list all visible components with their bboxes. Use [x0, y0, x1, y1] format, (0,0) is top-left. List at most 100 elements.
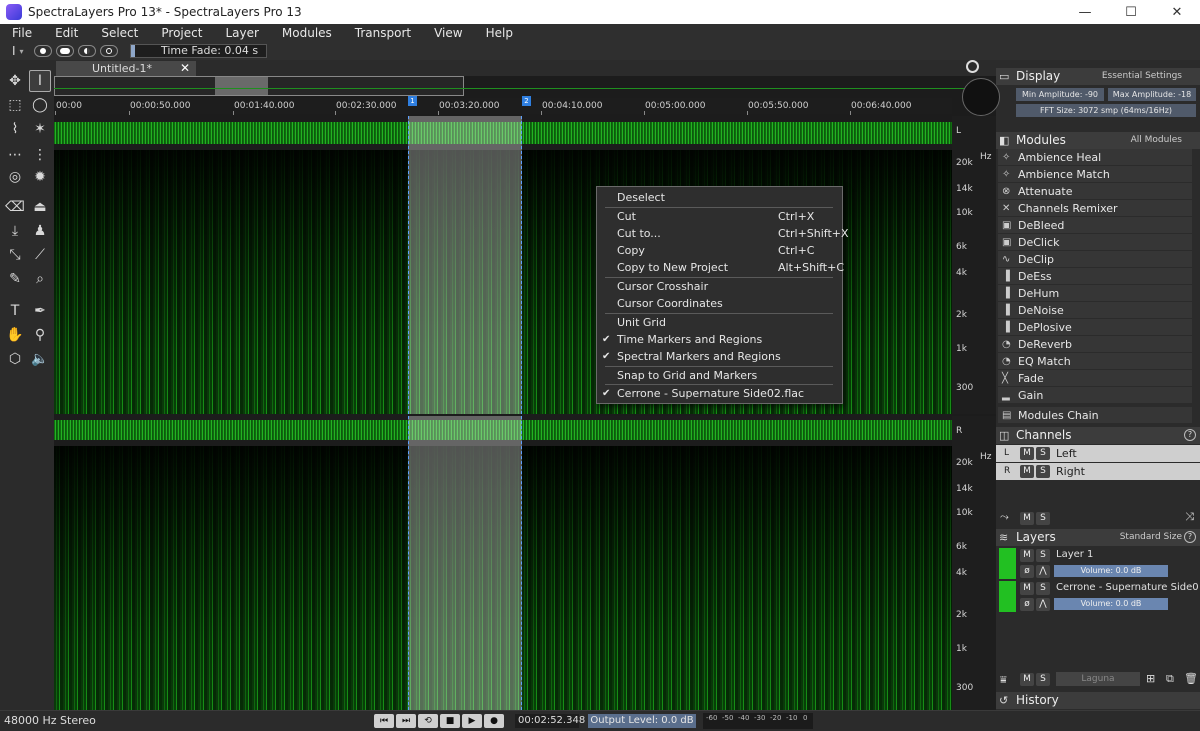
phase-icon[interactable]: ø: [1020, 598, 1034, 611]
output-level-field[interactable]: Output Level: 0.0 dB: [588, 714, 696, 728]
module-item[interactable]: ▤ Modules Chain: [998, 407, 1192, 424]
smudge-icon[interactable]: ⟋: [29, 244, 51, 266]
mute-button[interactable]: M: [1020, 512, 1034, 525]
stop-button[interactable]: ■: [440, 714, 460, 728]
module-item[interactable]: ⊗ Attenuate: [998, 183, 1192, 200]
transform-icon[interactable]: ⤡: [4, 244, 26, 266]
menu-item-copy-to-new-project[interactable]: Copy to New Project Alt+Shift+C: [597, 259, 844, 276]
heal-icon[interactable]: ⤓: [4, 220, 26, 242]
go-to-start-button[interactable]: ⏮: [374, 714, 394, 728]
spot-select-icon[interactable]: ◎: [4, 166, 26, 188]
move-tool-icon[interactable]: ✥: [4, 70, 26, 92]
pencil-icon[interactable]: ✎: [4, 268, 26, 290]
project-tab[interactable]: Untitled-1* ✕: [56, 61, 196, 76]
mute-button[interactable]: M: [1020, 673, 1034, 686]
menu-layer[interactable]: Layer: [213, 26, 269, 40]
shape-half-button[interactable]: [77, 45, 96, 57]
modules-panel-header[interactable]: ◧ Modules All Modules: [996, 132, 1200, 149]
mute-button[interactable]: M: [1020, 549, 1034, 562]
speaker-tool-icon[interactable]: 🔈: [29, 348, 51, 370]
layer-volume[interactable]: Volume: 0.0 dB: [1054, 565, 1168, 577]
envelope-icon[interactable]: ⋀: [1036, 565, 1050, 578]
overview-viewport[interactable]: [215, 77, 268, 95]
brush-select-icon[interactable]: ⌇: [4, 118, 26, 140]
go-to-end-button[interactable]: ⏭: [396, 714, 416, 728]
max-amplitude-field[interactable]: Max Amplitude: -18 dB: [1108, 88, 1196, 112]
editor-area[interactable]: Untitled-1* ✕ 00:00 00:00:50.000 00:01:4…: [54, 60, 996, 710]
frequency-select-icon[interactable]: ⋮: [29, 144, 51, 166]
layer-row[interactable]: M S Layer 1 ø ⋀ Volume: 0.0 dB: [996, 548, 1200, 580]
phase-icon[interactable]: ø: [1020, 565, 1034, 578]
module-item[interactable]: ╳ Fade: [998, 370, 1192, 387]
time-marker-2[interactable]: 2: [522, 96, 531, 106]
rectangle-select-icon[interactable]: ⬚: [4, 94, 26, 116]
menu-item-deselect[interactable]: Deselect: [597, 189, 842, 206]
help-icon[interactable]: ?: [1184, 531, 1196, 543]
eraser-icon[interactable]: ⌫: [4, 196, 26, 218]
time-selection-tool-icon[interactable]: I: [29, 70, 51, 92]
mute-button[interactable]: M: [1020, 465, 1034, 478]
menu-help[interactable]: Help: [474, 26, 524, 40]
modules-filter-dropdown[interactable]: All Modules: [1131, 132, 1182, 149]
time-marker-1[interactable]: 1: [408, 96, 417, 106]
shuffle-icon[interactable]: ⤨: [1185, 510, 1194, 524]
lasso-icon[interactable]: ◯: [29, 94, 51, 116]
time-fade-field[interactable]: Time Fade: 0.04 s: [130, 44, 267, 58]
channel-row-left[interactable]: L M S Left: [996, 445, 1200, 462]
overview-strip[interactable]: [54, 76, 464, 96]
record-button[interactable]: ●: [484, 714, 504, 728]
channel-row-right[interactable]: R M S Right: [996, 463, 1200, 480]
cube-tool-icon[interactable]: ⬡: [4, 348, 26, 370]
loop-button[interactable]: ⟲: [418, 714, 438, 728]
time-selection-left[interactable]: [408, 116, 522, 414]
chevron-down-icon[interactable]: ▾: [20, 47, 24, 56]
paint-bucket-icon[interactable]: ⌕: [29, 268, 51, 290]
menu-item-time-markers[interactable]: ✔ Time Markers and Regions: [597, 331, 842, 348]
menu-item-cut-to[interactable]: Cut to... Ctrl+Shift+X: [597, 225, 849, 242]
magic-wand-icon[interactable]: ✶: [29, 118, 51, 140]
module-item[interactable]: ▂ Gain: [998, 387, 1192, 404]
play-button[interactable]: ▶: [462, 714, 482, 728]
zoom-tool-icon[interactable]: ⚲: [29, 324, 51, 346]
min-amplitude-field[interactable]: Min Amplitude: -90 dB: [1016, 88, 1104, 112]
menu-item-layer-file[interactable]: ✔ Cerrone - Supernature Side02.flac: [597, 385, 842, 402]
module-item[interactable]: ◔ DeReverb: [998, 336, 1192, 353]
solo-button[interactable]: S: [1036, 465, 1050, 478]
layer-row[interactable]: M S Cerrone - Supernature Side02.flac ø …: [996, 581, 1200, 613]
minimize-button[interactable]: —: [1062, 0, 1108, 24]
module-item[interactable]: ▐ DeNoise: [998, 302, 1192, 319]
module-item[interactable]: ▣ DeClick: [998, 234, 1192, 251]
solo-button[interactable]: S: [1036, 549, 1050, 562]
time-position-field[interactable]: 00:02:52.348: [515, 714, 585, 728]
menu-item-copy[interactable]: Copy Ctrl+C: [597, 242, 842, 259]
text-tool-icon[interactable]: T: [4, 300, 26, 322]
solo-button[interactable]: S: [1036, 673, 1050, 686]
solo-button[interactable]: S: [1036, 512, 1050, 525]
envelope-icon[interactable]: ⋀: [1036, 598, 1050, 611]
module-item[interactable]: ✧ Ambience Match: [998, 166, 1192, 183]
menu-project[interactable]: Project: [149, 26, 213, 40]
menu-item-unit-grid[interactable]: Unit Grid: [597, 314, 842, 331]
module-item[interactable]: ◔ EQ Match: [998, 353, 1192, 370]
clone-stamp-icon[interactable]: ♟: [29, 220, 51, 242]
history-panel-header[interactable]: ↺ History: [996, 692, 1200, 709]
module-item[interactable]: ✧ Ambience Heal: [998, 149, 1192, 166]
menu-item-spectral-markers[interactable]: ✔ Spectral Markers and Regions: [597, 348, 842, 365]
menu-modules[interactable]: Modules: [270, 26, 343, 40]
shape-pill-button[interactable]: [55, 45, 74, 57]
layer-volume[interactable]: Volume: 0.0 dB: [1054, 598, 1168, 610]
menu-item-cursor-coordinates[interactable]: Cursor Coordinates: [597, 295, 842, 312]
display-panel-header[interactable]: ▭ Display Essential Settings: [996, 68, 1200, 85]
route-icon[interactable]: ⤳: [1000, 510, 1009, 524]
add-layer-icon[interactable]: ⊞: [1146, 672, 1155, 685]
hand-tool-icon[interactable]: ✋: [4, 324, 26, 346]
mute-button[interactable]: M: [1020, 447, 1034, 460]
solo-button[interactable]: S: [1036, 447, 1050, 460]
maximize-button[interactable]: ☐: [1108, 0, 1154, 24]
trash-icon[interactable]: 🗑: [1184, 672, 1198, 685]
solo-button[interactable]: S: [1036, 582, 1050, 595]
layer-size-dropdown[interactable]: Standard Size: [1120, 529, 1182, 546]
time-ruler[interactable]: 00:00 00:00:50.000 00:01:40.000 00:02:30…: [54, 98, 952, 115]
layers-panel-header[interactable]: ≋ Layers Standard Size ?: [996, 529, 1200, 546]
module-item[interactable]: ▐ DePlosive: [998, 319, 1192, 336]
